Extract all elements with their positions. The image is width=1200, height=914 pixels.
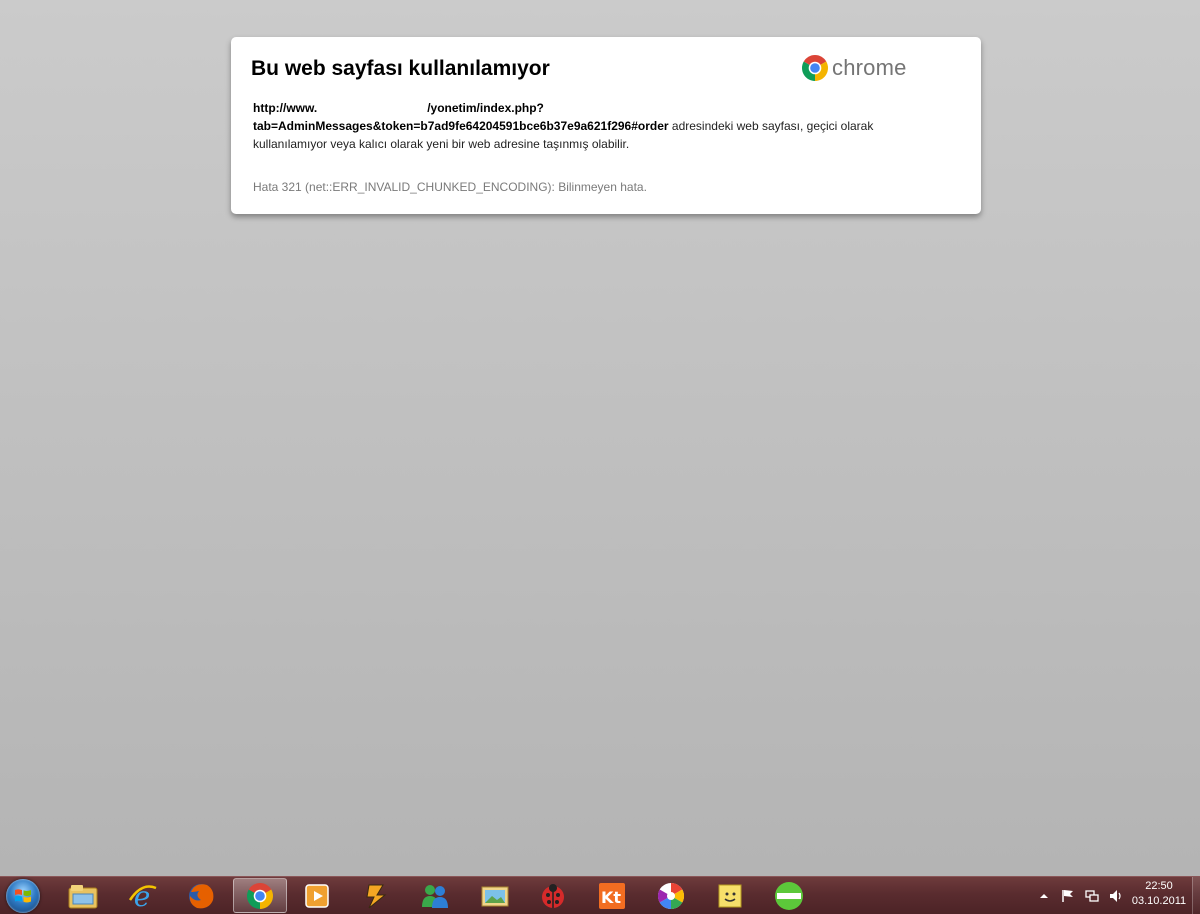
network-icon[interactable]	[1084, 888, 1100, 904]
taskbar-windows-explorer-icon[interactable]	[56, 878, 110, 913]
clock-date: 03.10.2011	[1131, 895, 1187, 907]
taskbar-firefox-icon[interactable]	[174, 878, 228, 913]
url-part-1: http://www.	[253, 101, 318, 115]
taskbar-green-app-icon[interactable]	[762, 878, 816, 913]
message-tail-1: adresindeki web sayfası, geçici olarak	[668, 119, 874, 133]
show-desktop-button[interactable]	[1192, 877, 1200, 914]
volume-icon[interactable]	[1108, 888, 1124, 904]
show-hidden-icons-icon[interactable]	[1038, 890, 1050, 902]
error-card: Bu web sayfası kullanılamıyor chrome htt…	[231, 37, 981, 214]
taskbar-photo-viewer-icon[interactable]	[468, 878, 522, 913]
taskbar: e Kt 22:50 03.10.2011	[0, 876, 1200, 914]
url-part-3: tab=AdminMessages&token=b7ad9fe64204591b…	[253, 119, 669, 133]
clock[interactable]: 22:50 03.10.2011	[1128, 879, 1190, 913]
clock-time: 22:50	[1145, 880, 1173, 892]
taskbar-winamp-icon[interactable]	[349, 878, 403, 913]
svg-text:e: e	[134, 880, 151, 912]
chrome-brand: chrome	[801, 53, 907, 83]
chrome-logo-icon	[801, 55, 829, 81]
message-tail-2: kullanılamıyor veya kalıcı olarak yeni b…	[253, 137, 630, 151]
taskbar-messenger-icon[interactable]	[408, 878, 462, 913]
brand-text: chrome	[832, 55, 907, 80]
taskbar-picasa-icon[interactable]	[644, 878, 698, 913]
action-center-flag-icon[interactable]	[1060, 888, 1076, 904]
svg-text:Kt: Kt	[601, 888, 621, 907]
taskbar-kt-icon[interactable]: Kt	[585, 878, 639, 913]
url-part-2: /yonetim/index.php?	[427, 101, 544, 115]
error-title: Bu web sayfası kullanılamıyor	[251, 57, 550, 80]
system-tray	[1038, 877, 1124, 914]
error-code: Hata 321 (net::ERR_INVALID_CHUNKED_ENCOD…	[253, 180, 647, 194]
start-button[interactable]	[3, 878, 43, 913]
taskbar-chrome-icon[interactable]	[233, 878, 287, 913]
error-message: http://www. /yonetim/index.php? tab=Admin…	[253, 99, 943, 153]
windows-logo-icon	[6, 878, 40, 913]
taskbar-media-player-icon[interactable]	[290, 878, 344, 913]
taskbar-internet-explorer-icon[interactable]: e	[115, 878, 169, 913]
taskbar-ladybug-icon[interactable]	[526, 878, 580, 913]
taskbar-sticky-notes-icon[interactable]	[703, 878, 757, 913]
